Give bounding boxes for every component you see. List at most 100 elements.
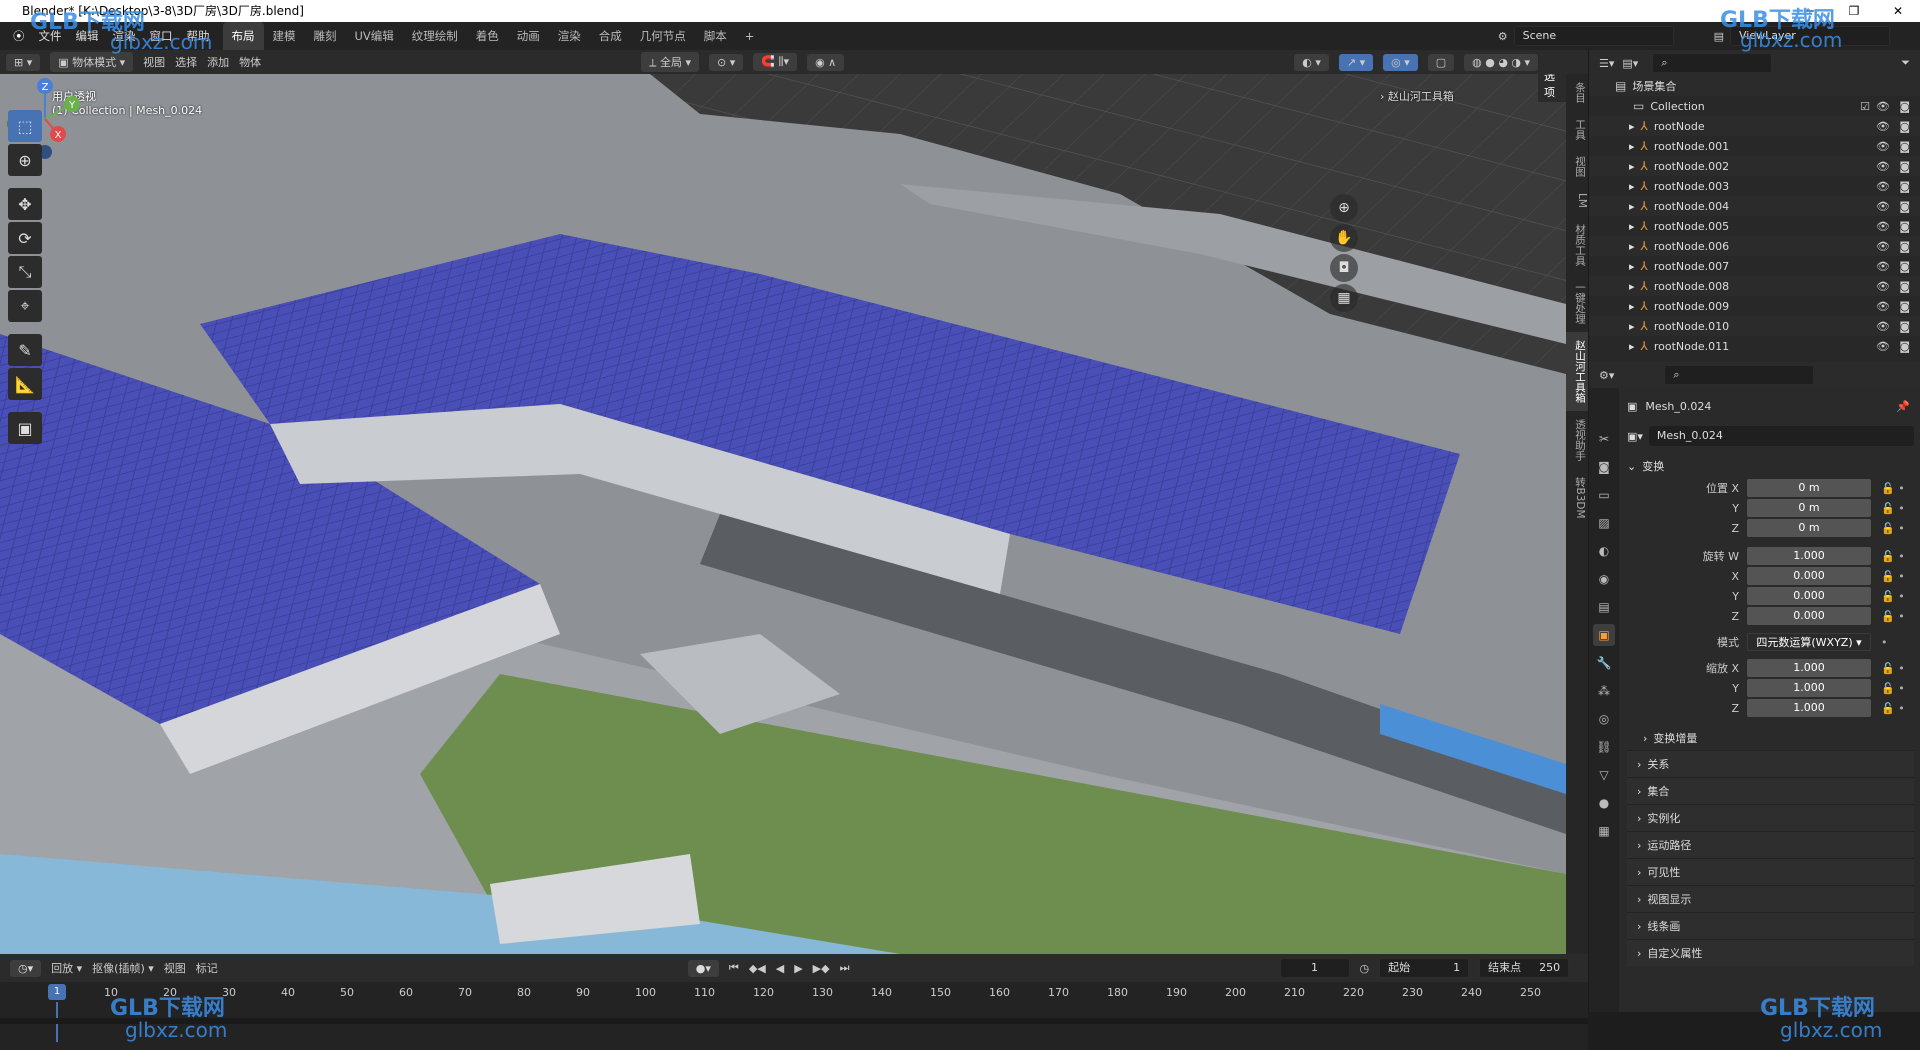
mesh-icon[interactable]: ▣▾	[1627, 430, 1643, 443]
render-icon[interactable]: ◙	[1899, 120, 1910, 133]
menu-timeline-view[interactable]: 视图	[164, 960, 186, 976]
eye-icon[interactable]: 👁	[1876, 340, 1890, 353]
rotation-z-field[interactable]: 0.000	[1747, 607, 1871, 625]
add-cube-icon[interactable]: ▣	[8, 412, 42, 444]
scale-y-field[interactable]: 1.000	[1747, 679, 1871, 697]
eye-icon[interactable]: 👁	[1876, 280, 1890, 293]
eye-icon[interactable]: 👁	[1876, 300, 1890, 313]
menu-marker[interactable]: 标记	[196, 960, 218, 976]
location-x-field[interactable]: 0 m	[1747, 479, 1871, 497]
jump-end-icon[interactable]: ⏭	[840, 961, 850, 975]
shading-mode-icon[interactable]: ◍ ● ◕ ◑ ▾	[1464, 53, 1539, 71]
delta-transform-header[interactable]: › 变换增量	[1627, 726, 1914, 750]
eye-icon[interactable]: 👁	[1876, 260, 1890, 273]
tab-rendering[interactable]: 渲染	[549, 22, 590, 50]
options-button[interactable]: 选项	[1538, 74, 1566, 102]
section-instancing[interactable]: › 实例化	[1627, 804, 1914, 831]
collection-tab-icon[interactable]: ▤	[1593, 596, 1615, 618]
object-tab-icon[interactable]: ▣	[1593, 624, 1615, 646]
pan-hand-icon[interactable]: ✋	[1330, 224, 1358, 252]
menu-select[interactable]: 选择	[175, 54, 197, 70]
section-viewport-display[interactable]: › 视图显示	[1627, 885, 1914, 912]
editor-type-button[interactable]: ⊞ ▾	[6, 53, 41, 71]
tab-tool[interactable]: 工具	[1566, 111, 1588, 148]
section-collections[interactable]: › 集合	[1627, 777, 1914, 804]
section-custom-properties[interactable]: › 自定义属性	[1627, 939, 1914, 966]
render-icon[interactable]: ◙	[1899, 180, 1910, 193]
data-tab-icon[interactable]: ▽	[1593, 764, 1615, 786]
play-icon[interactable]: ▶	[794, 962, 802, 975]
tab-view[interactable]: 视图	[1566, 148, 1588, 185]
lock-icon[interactable]: 🔓 •	[1881, 682, 1905, 695]
pin-icon[interactable]: 📌	[1896, 400, 1910, 413]
eye-icon[interactable]: 👁	[1876, 100, 1890, 113]
timeline-scrollbar[interactable]	[0, 1018, 1588, 1024]
render-icon[interactable]: ◙	[1899, 200, 1910, 213]
lock-icon[interactable]: 🔓 •	[1881, 610, 1905, 623]
end-frame-field[interactable]: 结束点 250	[1479, 958, 1570, 978]
tab-lm[interactable]: LM	[1566, 185, 1588, 216]
tab-sculpt[interactable]: 雕刻	[305, 22, 346, 50]
timeline-track[interactable]: 1 10 20 30 40 50 60 70 80 90 100 110 120 130 140 150 16…	[0, 982, 1588, 1050]
xray-icon[interactable]: ▢	[1427, 53, 1455, 71]
tab-modeling[interactable]: 建模	[264, 22, 305, 50]
next-keyframe-icon[interactable]: ▶◆	[813, 962, 830, 975]
tool-tab-icon[interactable]: ✂	[1593, 428, 1615, 450]
tab-one-click[interactable]: 一键处理	[1566, 274, 1588, 332]
rotation-w-field[interactable]: 1.000	[1747, 547, 1871, 565]
expand-icon[interactable]: ▸	[1629, 200, 1635, 213]
menu-playback[interactable]: 回放 ▾	[51, 960, 82, 976]
eye-icon[interactable]: 👁	[1876, 320, 1890, 333]
outliner-row[interactable]: ▸ ⅄ rootNode.002 👁 ◙	[1589, 156, 1920, 176]
current-frame-marker[interactable]: 1	[48, 984, 66, 1000]
render-icon[interactable]: ◙	[1899, 260, 1910, 273]
ortho-grid-icon[interactable]: ▦	[1330, 284, 1358, 312]
expand-icon[interactable]: ▸	[1629, 300, 1635, 313]
rotation-x-field[interactable]: 0.000	[1747, 567, 1871, 585]
display-mode-icon[interactable]: ▤▾	[1622, 57, 1638, 70]
tab-scripting[interactable]: 脚本	[695, 22, 736, 50]
material-tab-icon[interactable]: ●	[1593, 792, 1615, 814]
render-icon[interactable]: ◙	[1899, 140, 1910, 153]
menu-add[interactable]: 添加	[207, 54, 229, 70]
snap-icon[interactable]: 🧲 ⫼▾	[753, 53, 798, 71]
outliner-row[interactable]: ▸ ⅄ rootNode.004 👁 ◙	[1589, 196, 1920, 216]
expand-icon[interactable]: ▸	[1629, 260, 1635, 273]
tab-b3dm[interactable]: 转B3DM	[1566, 469, 1588, 527]
render-icon[interactable]: ◙	[1899, 320, 1910, 333]
view-layer-tab-icon[interactable]: ▨	[1593, 512, 1615, 534]
location-z-field[interactable]: 0 m	[1747, 519, 1871, 537]
lock-icon[interactable]: 🔓 •	[1881, 590, 1905, 603]
record-icon[interactable]: ●▾	[687, 959, 719, 977]
transform-panel-header[interactable]: ⌄ 变换	[1627, 454, 1914, 478]
transform-icon[interactable]: ⌖	[8, 290, 42, 322]
close-button[interactable]: ✕	[1876, 0, 1920, 22]
tab-toolbox[interactable]: 赵山河工具箱	[1566, 331, 1588, 411]
render-icon[interactable]: ◙	[1899, 100, 1910, 113]
physics-tab-icon[interactable]: ◎	[1593, 708, 1615, 730]
expand-icon[interactable]: ▸	[1629, 220, 1635, 233]
expand-icon[interactable]: ▸	[1629, 240, 1635, 253]
move-icon[interactable]: ✥	[8, 188, 42, 220]
lock-icon[interactable]: 🔓 •	[1881, 502, 1905, 515]
eye-icon[interactable]: 👁	[1876, 240, 1890, 253]
jump-start-icon[interactable]: ⏮	[729, 961, 739, 975]
tab-animation[interactable]: 动画	[508, 22, 549, 50]
lock-icon[interactable]: 🔓 •	[1881, 522, 1905, 535]
tab-item[interactable]: 条目	[1566, 74, 1588, 111]
lock-icon[interactable]: 🔓 •	[1881, 550, 1905, 563]
eye-icon[interactable]: 👁	[1876, 140, 1890, 153]
scene-tab-icon[interactable]: ◐	[1593, 540, 1615, 562]
eye-icon[interactable]: 👁	[1876, 220, 1890, 233]
constraints-tab-icon[interactable]: ⛓	[1593, 736, 1615, 758]
outliner-row[interactable]: ▸ ⅄ rootNode.003 👁 ◙	[1589, 176, 1920, 196]
scene-field[interactable]: Scene	[1513, 26, 1674, 46]
scale-icon[interactable]: ⤡	[8, 256, 42, 288]
world-tab-icon[interactable]: ◉	[1593, 568, 1615, 590]
menu-object[interactable]: 物体	[239, 54, 261, 70]
tab-geometry-nodes[interactable]: 几何节点	[631, 22, 695, 50]
lock-icon[interactable]: 🔓 •	[1881, 570, 1905, 583]
eye-icon[interactable]: 👁	[1876, 160, 1890, 173]
transform-orientation-select[interactable]: ⟂ 全局 ▾	[641, 52, 700, 72]
render-icon[interactable]: ◙	[1899, 160, 1910, 173]
